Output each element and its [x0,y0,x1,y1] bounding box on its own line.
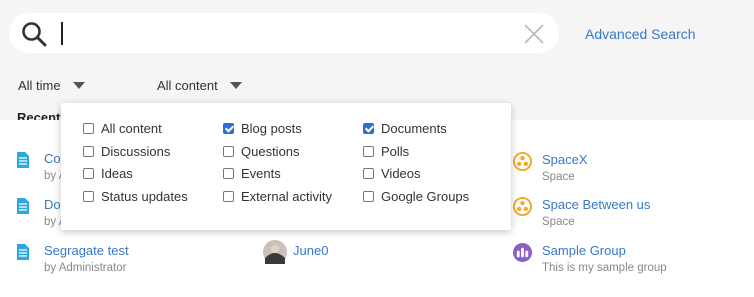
option-events[interactable]: Events [223,166,281,181]
place-title[interactable]: Sample Group [542,243,626,258]
item-title[interactable]: Segragate test [44,243,129,258]
place-description: This is my sample group [542,262,667,274]
search-box[interactable] [9,13,559,53]
content-type-menu: All content Discussions Ideas Status upd… [61,103,511,230]
close-icon[interactable] [523,23,545,45]
checkbox[interactable] [363,191,374,202]
place-type: Space [542,216,575,228]
option-external-activity[interactable]: External activity [223,189,332,204]
content-filter-label: All content [157,78,218,93]
space-icon [513,152,532,171]
option-blog-posts[interactable]: Blog posts [223,121,302,136]
chevron-down-icon [72,82,85,90]
item-title[interactable]: Do [44,197,61,212]
document-icon [17,244,29,260]
chevron-down-icon [229,82,242,90]
checkbox[interactable] [223,191,234,202]
checkbox[interactable] [223,146,234,157]
option-polls[interactable]: Polls [363,144,409,159]
search-input[interactable] [65,21,505,45]
group-icon [513,243,532,262]
document-icon [17,152,29,168]
option-all-content[interactable]: All content [83,121,162,136]
content-filter-dropdown[interactable]: All content [157,78,242,93]
search-header: Advanced Search All time All content Rec… [0,0,754,125]
checkbox[interactable] [363,146,374,157]
place-type: Space [542,171,575,183]
checkbox[interactable] [363,123,374,134]
option-discussions[interactable]: Discussions [83,144,170,159]
item-author: by Administrator [44,262,127,274]
checkbox[interactable] [83,123,94,134]
checkbox[interactable] [83,168,94,179]
space-icon [513,197,532,216]
time-filter-dropdown[interactable]: All time [18,78,85,93]
document-icon [17,198,29,214]
checkbox[interactable] [83,146,94,157]
option-documents[interactable]: Documents [363,121,447,136]
text-cursor [61,22,63,45]
avatar [263,240,287,264]
item-title[interactable]: Co [44,151,61,166]
option-ideas[interactable]: Ideas [83,166,133,181]
place-title[interactable]: SpaceX [542,152,588,167]
option-google-groups[interactable]: Google Groups [363,189,469,204]
option-videos[interactable]: Videos [363,166,421,181]
checkbox[interactable] [223,168,234,179]
checkbox[interactable] [363,168,374,179]
advanced-search-link[interactable]: Advanced Search [585,26,696,42]
time-filter-label: All time [18,78,61,93]
search-icon[interactable] [21,21,47,47]
checkbox[interactable] [223,123,234,134]
place-title[interactable]: Space Between us [542,197,650,212]
option-questions[interactable]: Questions [223,144,300,159]
option-status-updates[interactable]: Status updates [83,189,188,204]
checkbox[interactable] [83,191,94,202]
person-name[interactable]: June0 [293,243,328,258]
